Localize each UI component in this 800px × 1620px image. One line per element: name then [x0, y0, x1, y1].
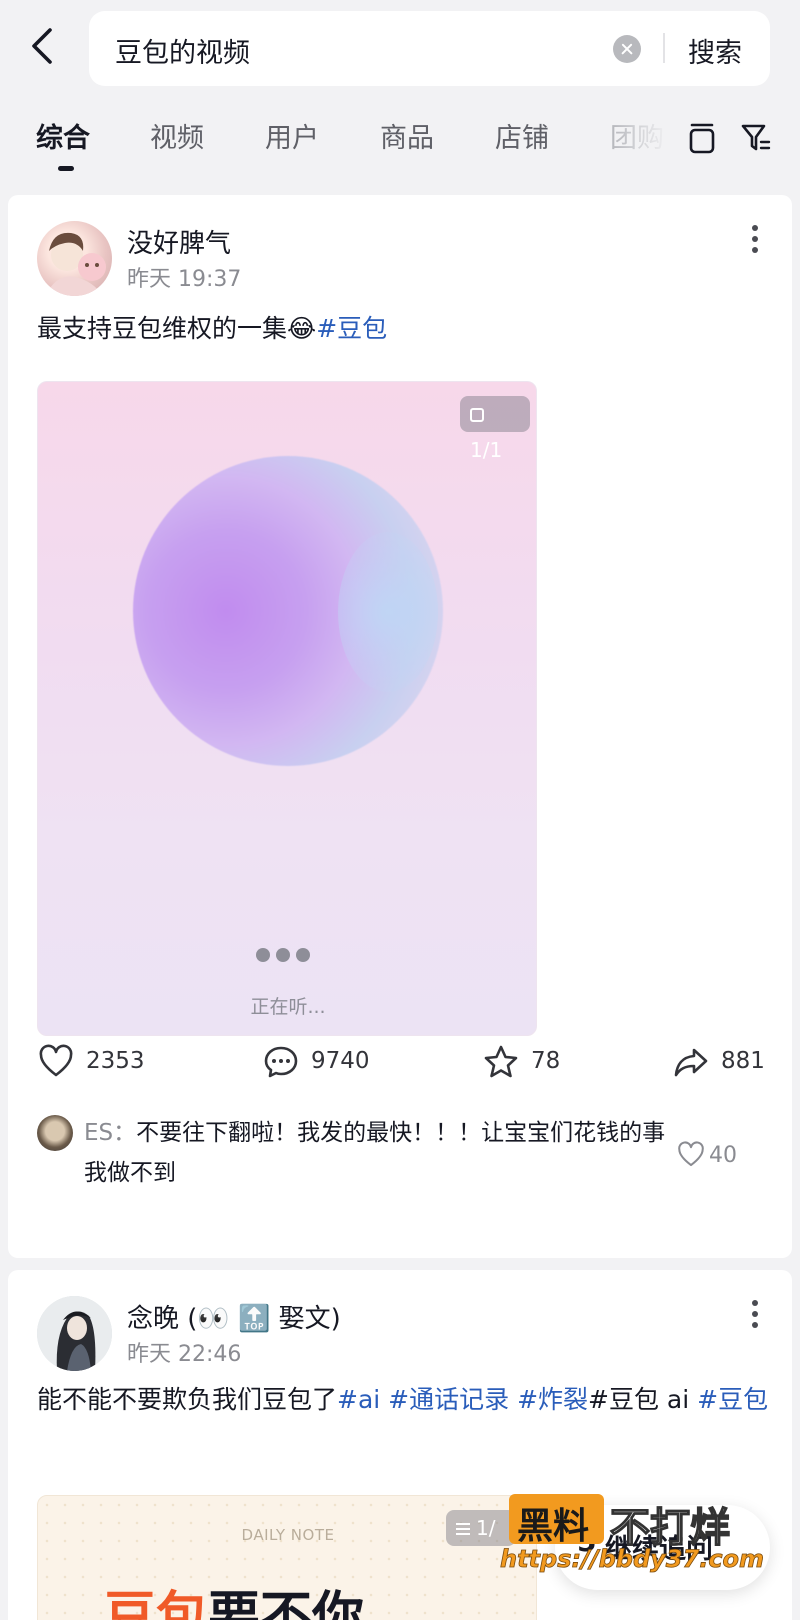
- username[interactable]: 念晚 (👀 🔝 娶文): [127, 1298, 341, 1335]
- caption-text: 能不能不要欺负我们豆包了: [37, 1385, 338, 1414]
- like-button[interactable]: 2353: [38, 1044, 148, 1080]
- post-caption: 最支持豆包维权的一集😂#豆包: [37, 307, 387, 351]
- commenter-avatar[interactable]: [37, 1115, 73, 1151]
- caption-text: 最支持豆包维权的一集😂: [37, 314, 317, 343]
- post-time: 昨天 22:46: [127, 1342, 242, 1367]
- avatar[interactable]: [37, 1296, 112, 1371]
- back-button[interactable]: [28, 26, 58, 66]
- hashtags[interactable]: #ai #通话记录 #炸裂: [337, 1385, 588, 1414]
- post-card[interactable]: 没好脾气 昨天 19:37 最支持豆包维权的一集😂#豆包 1/1 正在听... …: [8, 195, 792, 1258]
- search-button[interactable]: 搜索: [688, 31, 742, 70]
- comment-text: ES：不要往下翻啦！我发的最快！！！让宝宝们花钱的事我做不到: [84, 1113, 674, 1193]
- more-options-icon[interactable]: [751, 225, 759, 255]
- comment-like-count: 40: [709, 1143, 737, 1168]
- tab-fade: [610, 108, 680, 168]
- orb-glow: [338, 532, 438, 692]
- share-count: 881: [721, 1048, 765, 1074]
- list-icon: [456, 1523, 470, 1535]
- clear-icon[interactable]: [613, 35, 641, 63]
- heart-icon: [678, 1141, 704, 1167]
- gallery-icon: [470, 408, 484, 422]
- tab-products[interactable]: 商品: [380, 116, 434, 155]
- layout-toggle-icon[interactable]: [686, 118, 718, 158]
- avatar[interactable]: [37, 221, 112, 296]
- share-button[interactable]: 881: [673, 1044, 773, 1080]
- tab-videos[interactable]: 视频: [150, 116, 204, 155]
- post-media[interactable]: 1/1 正在听...: [37, 381, 537, 1036]
- username[interactable]: 没好脾气: [127, 223, 231, 260]
- like-count: 2353: [86, 1048, 145, 1074]
- caption-text: #豆包 ai: [588, 1385, 698, 1414]
- note-title: 豆包要不你: [104, 1587, 365, 1620]
- watermark-logo: 黑料 不打烊 https://bbdy37.com: [500, 1490, 764, 1580]
- hashtag[interactable]: #豆包: [316, 314, 387, 343]
- listening-status: 正在听...: [250, 996, 326, 1018]
- filter-icon[interactable]: [740, 118, 772, 158]
- chevron-left-icon: [32, 28, 52, 64]
- tab-shops[interactable]: 店铺: [495, 116, 549, 155]
- watermark-brand: 黑料: [517, 1506, 590, 1547]
- hashtag[interactable]: #豆包: [697, 1385, 768, 1414]
- watermark-url: https://bbdy37.com: [500, 1545, 765, 1574]
- star-icon: [484, 1045, 518, 1078]
- comment-count: 9740: [311, 1048, 370, 1074]
- top-comment[interactable]: ES：不要往下翻啦！我发的最快！！！让宝宝们花钱的事我做不到 40: [37, 1115, 757, 1205]
- comment-like-button[interactable]: 40: [677, 1141, 737, 1177]
- favorite-count: 78: [531, 1048, 561, 1074]
- more-options-icon[interactable]: [751, 1300, 759, 1330]
- tab-users[interactable]: 用户: [265, 116, 319, 155]
- favorite-button[interactable]: 78: [483, 1044, 573, 1080]
- tab-active-indicator: [58, 166, 74, 171]
- search-divider: [663, 33, 665, 63]
- search-input[interactable]: 豆包的视频: [115, 31, 250, 70]
- image-count-badge: 1/1: [460, 396, 530, 462]
- search-box[interactable]: 豆包的视频 搜索: [89, 11, 770, 86]
- filter-tabs: 综合 视频 用户 商品 店铺 团购: [0, 108, 800, 174]
- comment-body: 不要往下翻啦！我发的最快！！！让宝宝们花钱的事我做不到: [84, 1120, 666, 1186]
- heart-icon: [39, 1044, 73, 1077]
- tab-all[interactable]: 综合: [36, 116, 90, 155]
- post-media[interactable]: DAILY NOTE 豆包要不你 1/: [37, 1495, 537, 1620]
- share-icon: [674, 1048, 708, 1077]
- post-actions: 2353 9740 78 881: [8, 1038, 792, 1088]
- comment-icon: [264, 1046, 298, 1078]
- post-caption: 能不能不要欺负我们豆包了#ai #通话记录 #炸裂#豆包 ai #豆包: [37, 1378, 777, 1422]
- post-time: 昨天 19:37: [127, 267, 242, 292]
- search-header: 豆包的视频 搜索: [0, 0, 800, 100]
- comment-button[interactable]: 9740: [263, 1044, 383, 1080]
- commenter-name[interactable]: ES：: [84, 1120, 136, 1146]
- typing-dots: [256, 947, 316, 966]
